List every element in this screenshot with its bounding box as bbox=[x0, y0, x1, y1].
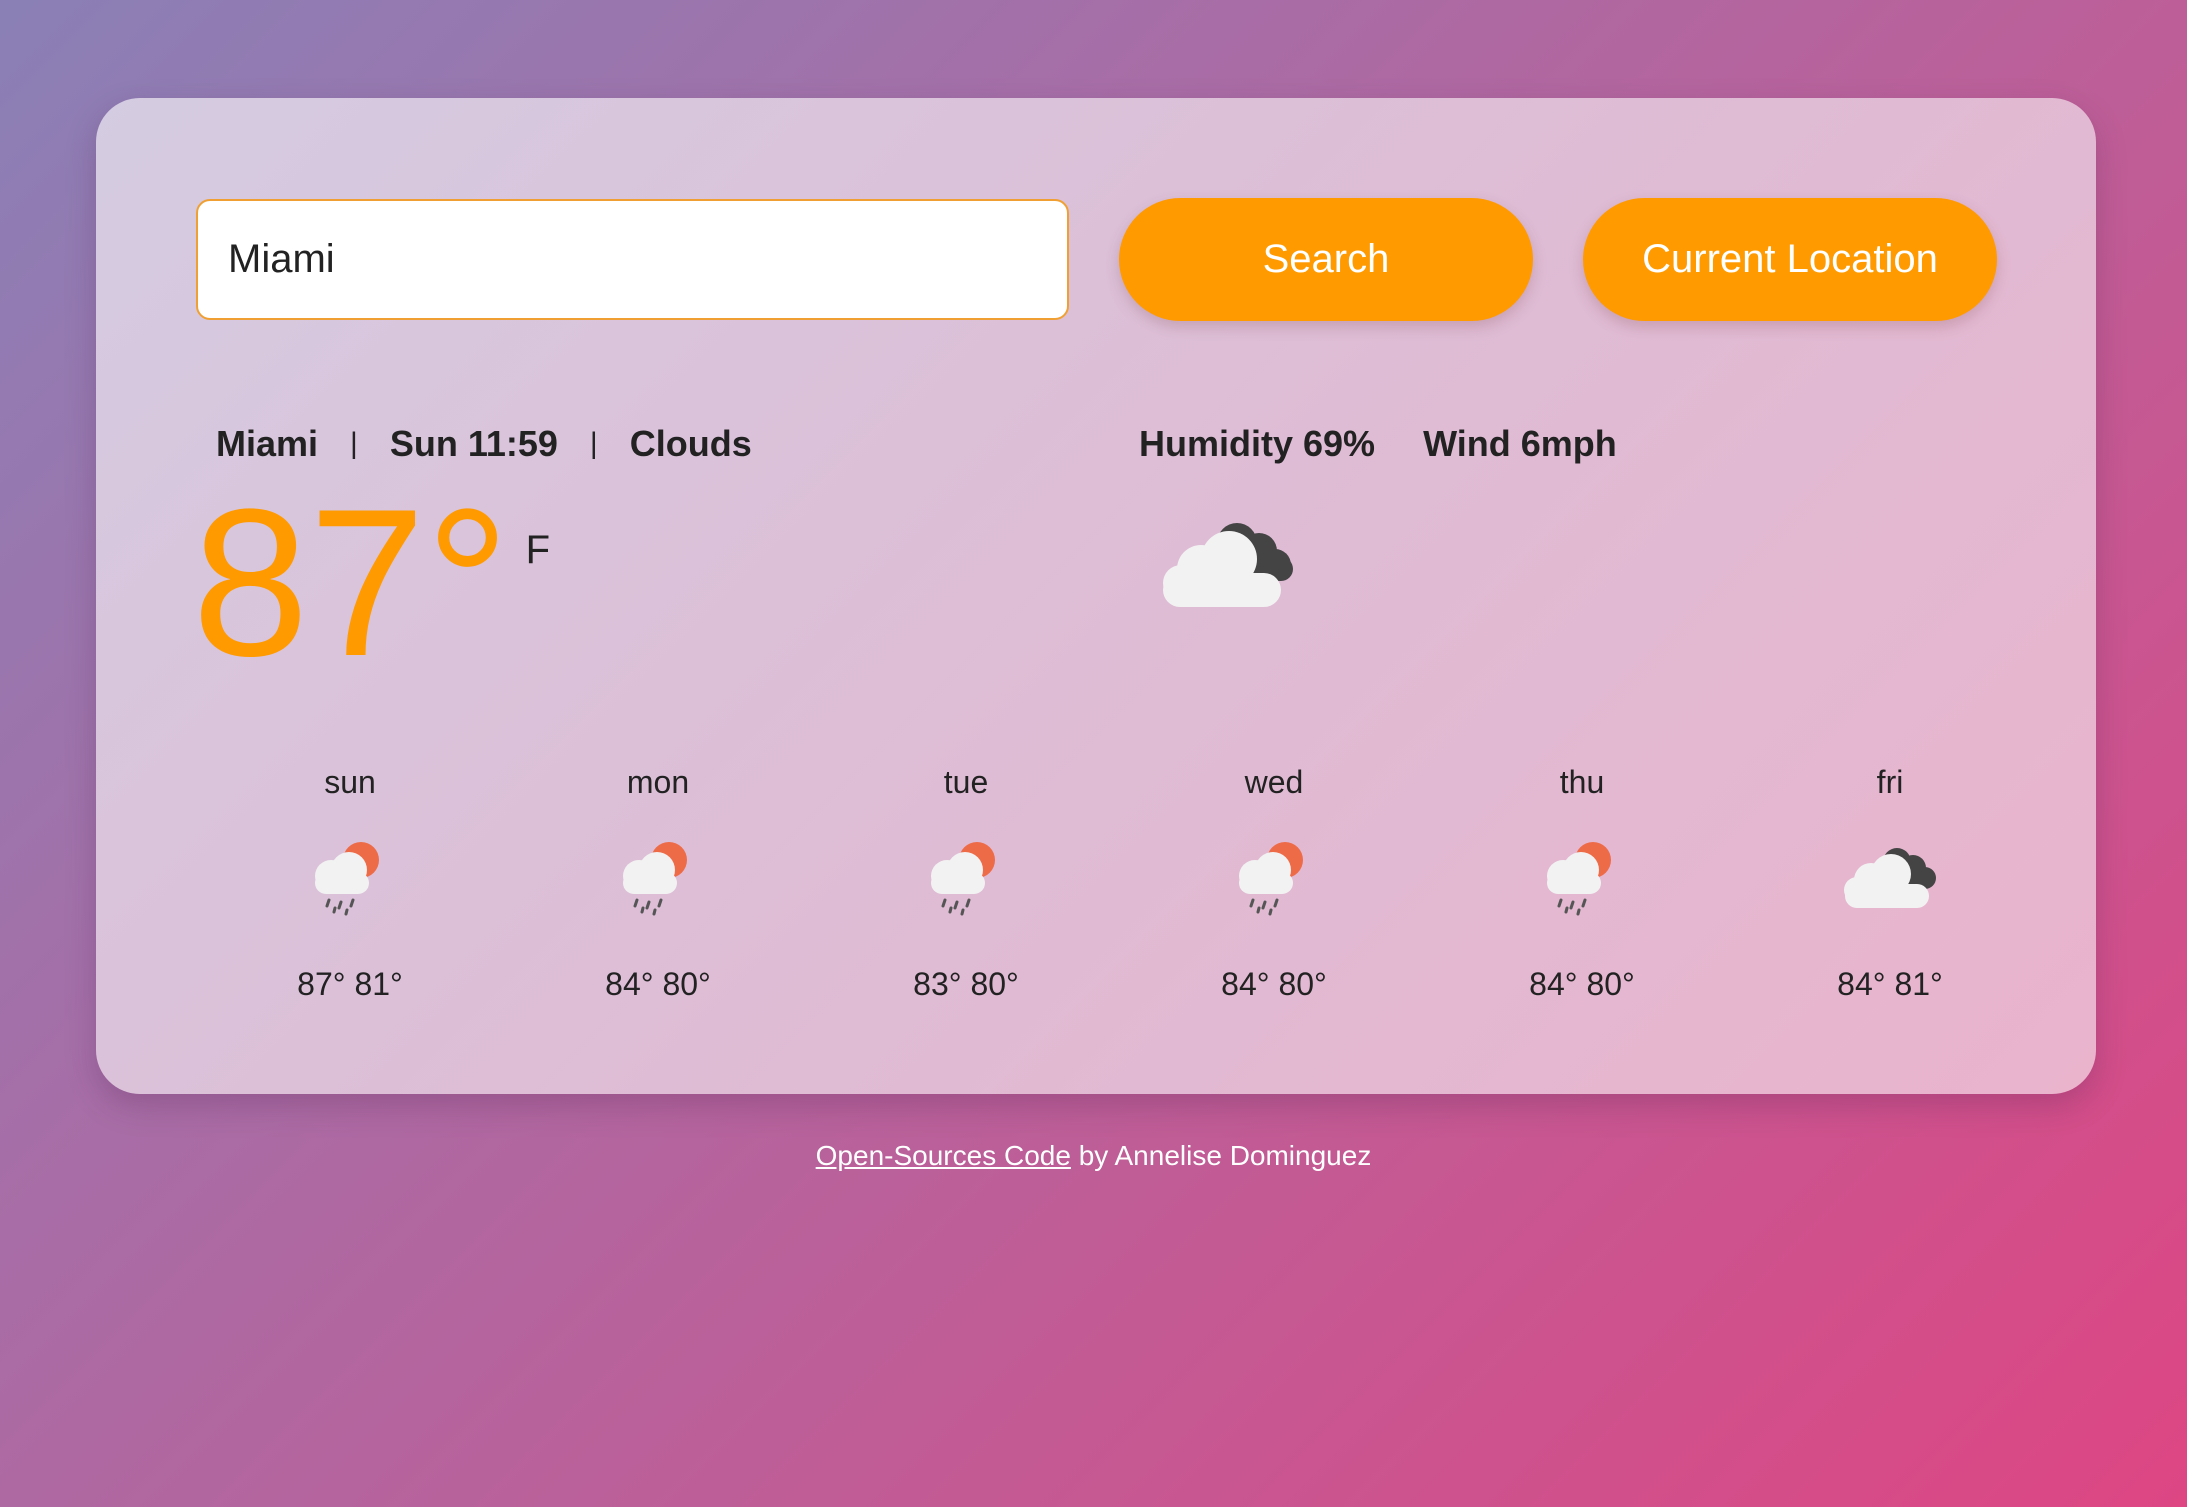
weather-stats: Humidity 69% Wind 6mph bbox=[1139, 423, 1617, 465]
forecast-day: fri 84° 81° bbox=[1736, 758, 2044, 1003]
city-search-input[interactable] bbox=[196, 199, 1069, 320]
forecast-temps: 83° 80° bbox=[913, 966, 1019, 1002]
forecast-temps: 84° 80° bbox=[605, 966, 711, 1002]
forecast-day-name: tue bbox=[943, 764, 989, 800]
rain-sun-icon bbox=[623, 842, 687, 916]
forecast-day-name: sun bbox=[324, 764, 376, 800]
forecast-temps: 84° 80° bbox=[1529, 966, 1635, 1002]
forecast-day-name: thu bbox=[1559, 764, 1605, 800]
separator: | bbox=[350, 427, 358, 460]
forecast-temps: 84° 80° bbox=[1221, 966, 1327, 1002]
forecast-row: sun 87° 81° mon 84° 80° tue 83° 80° wed … bbox=[196, 758, 2044, 1003]
weather-description: Clouds bbox=[629, 423, 752, 464]
forecast-day: thu 84° 80° bbox=[1428, 758, 1736, 1003]
forecast-day-name: fri bbox=[1876, 764, 1904, 800]
current-location-button[interactable]: Current Location bbox=[1583, 198, 1997, 321]
open-source-code-link[interactable]: Open-Sources Code bbox=[816, 1140, 1071, 1171]
forecast-day: mon 84° 80° bbox=[504, 758, 812, 1003]
separator: | bbox=[589, 427, 598, 460]
footer-author: by Annelise Dominguez bbox=[1070, 1140, 1372, 1171]
broken-clouds-icon bbox=[1844, 848, 1936, 908]
broken-clouds-icon bbox=[1163, 523, 1293, 607]
rain-sun-icon bbox=[1547, 842, 1611, 916]
temperature-unit: F bbox=[525, 528, 551, 572]
forecast-temps: 87° 81° bbox=[297, 966, 403, 1002]
rain-sun-icon bbox=[1239, 842, 1303, 916]
forecast-day: wed 84° 80° bbox=[1120, 758, 1428, 1003]
forecast-temps: 84° 81° bbox=[1837, 966, 1943, 1002]
humidity-value: Humidity 69% bbox=[1139, 423, 1376, 464]
temperature-value: 87° bbox=[192, 465, 510, 700]
rain-sun-icon bbox=[315, 842, 379, 916]
current-conditions-line: Miami | Sun 11:59 | Clouds bbox=[216, 423, 752, 465]
footer: Open-Sources Code by Annelise Dominguez bbox=[0, 1140, 2187, 1172]
forecast-day-name: mon bbox=[626, 764, 690, 800]
forecast-day: tue 83° 80° bbox=[812, 758, 1120, 1003]
weather-card: Search Current Location Miami | Sun 11:5… bbox=[96, 98, 2096, 1094]
city-name: Miami bbox=[216, 423, 319, 464]
date-time: Sun 11:59 bbox=[389, 423, 558, 464]
forecast-day-name: wed bbox=[1244, 764, 1304, 800]
forecast-day: sun 87° 81° bbox=[196, 758, 504, 1003]
current-temperature: 87° F bbox=[192, 478, 550, 688]
rain-sun-icon bbox=[931, 842, 995, 916]
search-button[interactable]: Search bbox=[1119, 198, 1533, 321]
wind-value: Wind 6mph bbox=[1423, 423, 1617, 464]
